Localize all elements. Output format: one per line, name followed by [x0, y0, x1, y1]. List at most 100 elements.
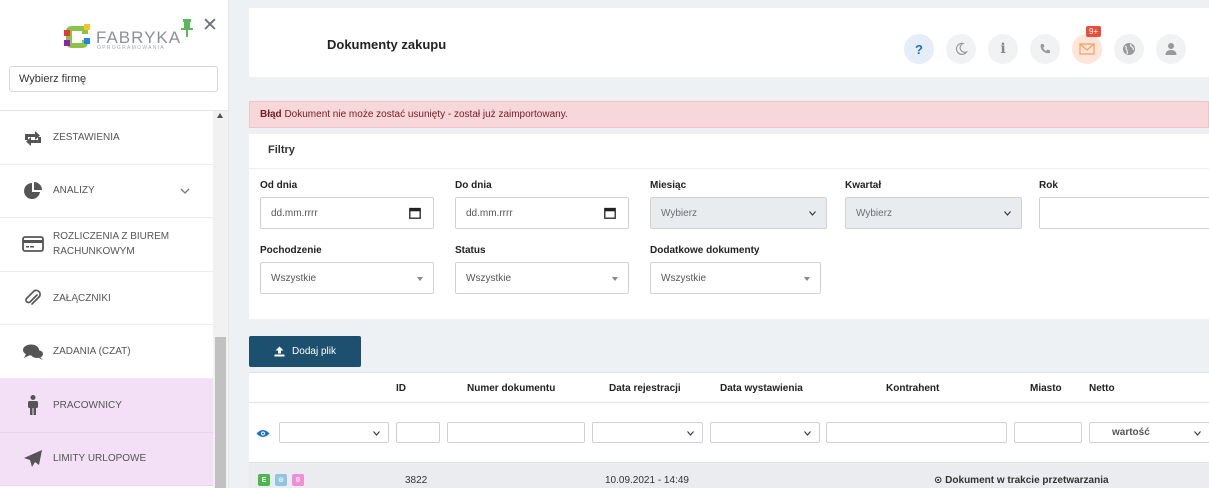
sidebar-item-label: ANALIZY: [53, 185, 95, 197]
language-button[interactable]: [1114, 34, 1144, 64]
sidebar-item-label: PRACOWNICY: [53, 399, 122, 411]
caret-down-icon: [804, 277, 810, 281]
logo-icon: [64, 24, 90, 48]
dark-mode-button[interactable]: [946, 34, 976, 64]
calendar-icon[interactable]: [409, 207, 421, 219]
sidebar-item-limity-urlopowe[interactable]: LIMITY URLOPOWE: [0, 432, 213, 487]
dodatkowe-select[interactable]: Wszystkie: [650, 262, 821, 294]
column-data-wystawienia[interactable]: Data wystawienia: [720, 383, 803, 394]
user-button[interactable]: [1156, 34, 1186, 64]
sidebar-item-rozliczenia[interactable]: ROZLICZENIA Z BIUREM RACHUNKOWYM: [0, 218, 213, 272]
miesiac-value: Wybierz: [661, 207, 698, 219]
chevron-down-icon: [373, 431, 380, 436]
eye-icon[interactable]: [256, 429, 270, 438]
swap-arrows-icon: [25, 131, 41, 147]
page-title: Dokumenty zakupu: [327, 37, 447, 52]
user-icon: [1165, 43, 1177, 55]
phone-button[interactable]: [1030, 34, 1060, 64]
mail-button[interactable]: 9+: [1072, 26, 1102, 64]
calendar-icon[interactable]: [604, 207, 616, 219]
filter-netto-value: wartość: [1112, 427, 1150, 438]
rok-input[interactable]: [1039, 197, 1209, 229]
mail-badge: 9+: [1086, 26, 1102, 37]
alert-message: Dokument nie może zostać usunięty - zost…: [284, 109, 568, 120]
pie-chart-icon: [24, 181, 42, 199]
sidebar-menu: ZESTAWIENIA ANALIZY ROZLICZENIA Z BIUREM…: [0, 110, 228, 488]
sidebar-item-label: ZADANIA (CZAT): [53, 346, 131, 358]
kwartal-select[interactable]: Wybierz: [845, 197, 1022, 229]
brand-subtitle: OPROGRAMOWANIA: [97, 45, 166, 51]
status-value: Wszystkie: [466, 272, 511, 284]
column-kontrahent[interactable]: Kontrahent: [886, 383, 939, 394]
phone-icon: [1040, 44, 1050, 54]
table-header: ID Numer dokumentu Data rejestracji Data…: [249, 372, 1209, 403]
info-button[interactable]: i: [988, 34, 1018, 64]
cell-status: ⊙ Dokument w trakcie przetwarzania: [934, 475, 1109, 486]
filter-miasto-input[interactable]: [1014, 422, 1082, 443]
filter-kontrahent-input[interactable]: [826, 422, 1007, 443]
sidebar-item-label: LIMITY URLOPOWE: [53, 453, 147, 465]
moon-icon: [955, 42, 968, 55]
filter-id-input[interactable]: [396, 422, 440, 443]
column-netto[interactable]: Netto: [1089, 383, 1115, 394]
do-dnia-input[interactable]: dd.mm.rrrr: [455, 197, 629, 229]
top-header: Dokumenty zakupu ? i 9+: [249, 8, 1209, 77]
filter-status-select[interactable]: [279, 422, 389, 443]
filter-data-rej-select[interactable]: [592, 422, 703, 443]
chevron-down-icon: [1004, 211, 1011, 216]
filter-data-wyst-select[interactable]: [710, 422, 820, 443]
tag-clock-badge: ⊙: [275, 474, 287, 486]
filter-netto-select[interactable]: wartość: [1089, 422, 1209, 443]
help-button[interactable]: ?: [904, 34, 934, 64]
info-icon: i: [1000, 41, 1006, 57]
sidebar-item-label: ZAŁĄCZNIKI: [53, 292, 111, 304]
sidebar-item-analizy[interactable]: ANALIZY: [0, 165, 213, 219]
dodatkowe-label: Dodatkowe dokumenty: [650, 245, 760, 256]
do-dnia-label: Do dnia: [455, 180, 492, 191]
sidebar-item-zadania[interactable]: ZADANIA (CZAT): [0, 325, 213, 379]
column-data-rejestracji[interactable]: Data rejestracji: [609, 383, 681, 394]
column-miasto[interactable]: Miasto: [1030, 383, 1062, 394]
sidebar: FABRYKA OPROGRAMOWANIA ✕ Wybierz firmę Z…: [0, 0, 229, 488]
alert-title: Błąd: [260, 109, 282, 120]
menu-list: ZESTAWIENIA ANALIZY ROZLICZENIA Z BIUREM…: [0, 111, 213, 487]
sidebar-scrollbar[interactable]: [213, 111, 228, 488]
status-select[interactable]: Wszystkie: [455, 262, 629, 294]
sidebar-item-label: ZESTAWIENIA: [53, 131, 120, 143]
sidebar-item-zalaczniki[interactable]: ZAŁĄCZNIKI: [0, 272, 213, 326]
miesiac-label: Miesiąc: [650, 180, 687, 191]
filters-panel: Filtry Od dnia dd.mm.rrrr Do dnia dd.mm.…: [249, 134, 1209, 319]
error-alert: Błąd Dokument nie może zostać usunięty -…: [249, 101, 1209, 128]
paperclip-icon: [25, 289, 41, 305]
chevron-down-icon: [809, 211, 816, 216]
table-row[interactable]: E ⊙ 0 3822 10.09.2021 - 14:49 ⊙ Dokument…: [249, 464, 1209, 488]
filter-numer-input[interactable]: [447, 422, 585, 443]
tag-zero-badge: 0: [292, 474, 304, 486]
mail-icon: [1079, 43, 1095, 55]
chat-bubbles-icon: [23, 344, 43, 360]
add-file-button[interactable]: Dodaj plik: [249, 336, 361, 367]
column-id[interactable]: ID: [396, 383, 406, 394]
scroll-thumb[interactable]: [215, 337, 226, 488]
logo-area: FABRYKA OPROGRAMOWANIA ✕: [0, 0, 228, 62]
pochodzenie-select[interactable]: Wszystkie: [260, 262, 434, 294]
chevron-down-icon: [687, 431, 694, 436]
pin-icon[interactable]: [180, 18, 194, 38]
kwartal-value: Wybierz: [856, 207, 893, 219]
globe-icon: [1123, 43, 1135, 55]
sidebar-item-zestawienia[interactable]: ZESTAWIENIA: [0, 111, 213, 165]
rok-label: Rok: [1039, 180, 1058, 191]
add-file-label: Dodaj plik: [292, 346, 336, 357]
firm-select[interactable]: Wybierz firmę: [9, 66, 218, 92]
sidebar-item-pracownicy[interactable]: PRACOWNICY: [0, 378, 213, 433]
column-numer[interactable]: Numer dokumentu: [467, 383, 555, 394]
scroll-up-arrow[interactable]: [217, 113, 223, 118]
sidebar-item-label: ROZLICZENIA Z BIUREM RACHUNKOWYM: [53, 231, 170, 258]
chevron-down-icon: [1194, 431, 1201, 436]
chevron-down-icon: [180, 188, 190, 194]
credit-card-icon: [22, 236, 44, 253]
od-dnia-input[interactable]: dd.mm.rrrr: [260, 197, 434, 229]
cell-id: 3822: [405, 475, 428, 486]
miesiac-select[interactable]: Wybierz: [650, 197, 827, 229]
close-icon[interactable]: ✕: [202, 16, 218, 35]
